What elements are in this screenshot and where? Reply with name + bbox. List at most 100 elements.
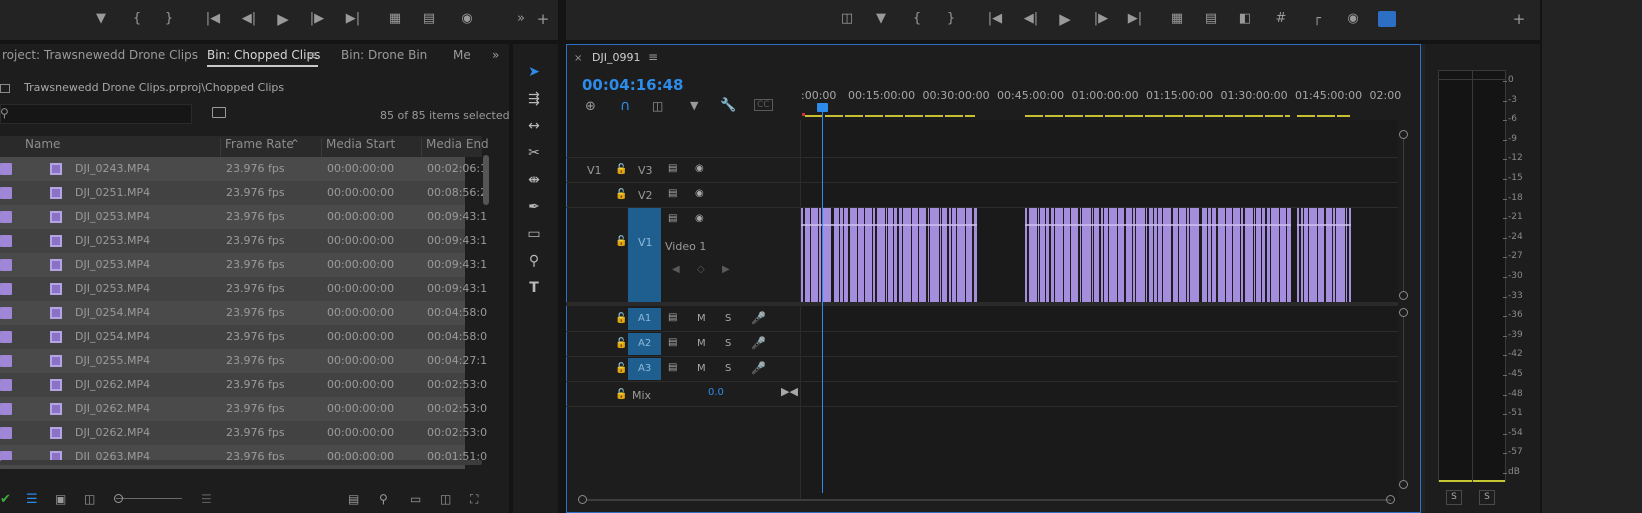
- table-row[interactable]: DJI_0254.MP4 23.976 fps 00:00:00:00 00:04:5…: [0, 301, 487, 325]
- table-row[interactable]: DJI_0262.MP4 23.976 fps 00:00:00:00 00:02:5…: [0, 373, 487, 397]
- add-button-icon[interactable]: +: [1510, 10, 1528, 28]
- column-name[interactable]: Name: [25, 137, 60, 157]
- new-item-icon[interactable]: ◫: [440, 492, 451, 506]
- icon-view-icon[interactable]: ▣: [55, 492, 66, 506]
- table-row[interactable]: DJI_0262.MP4 23.976 fps 00:00:00:00 00:02:5…: [0, 397, 487, 421]
- export-frame-icon[interactable]: ◉: [458, 10, 476, 28]
- tab-menu-icon[interactable]: ≡: [648, 50, 658, 64]
- track-select-tool-icon[interactable]: ⇶: [523, 88, 545, 110]
- new-search-bin-icon[interactable]: [212, 107, 226, 118]
- label-color-chip[interactable]: [0, 163, 12, 175]
- horizontal-scrollbar[interactable]: [587, 499, 1391, 501]
- mark-out-icon[interactable]: }: [160, 10, 178, 28]
- play-icon[interactable]: ▶: [274, 10, 292, 28]
- label-color-chip[interactable]: [0, 379, 12, 391]
- sequence-tab[interactable]: DJI_0991: [592, 51, 640, 64]
- table-row[interactable]: DJI_0263.MP4 23.976 fps 00:00:00:00 00:01:5…: [0, 445, 487, 469]
- find-icon[interactable]: ⚲: [379, 492, 388, 506]
- table-row[interactable]: DJI_0255.MP4 23.976 fps 00:00:00:00 00:04:2…: [0, 349, 487, 373]
- label-color-chip[interactable]: [0, 259, 12, 271]
- solo-button[interactable]: S: [725, 363, 731, 374]
- list-view-icon[interactable]: ✔: [0, 492, 11, 507]
- audio-scrollbar-track[interactable]: [1403, 317, 1404, 481]
- sync-lock-icon[interactable]: ▤: [668, 188, 677, 199]
- column-media-start[interactable]: Media Start: [326, 137, 395, 157]
- go-to-out-icon[interactable]: ▶|: [1126, 10, 1144, 28]
- playhead-handle[interactable]: [817, 103, 828, 112]
- mark-in-icon[interactable]: {: [128, 10, 146, 28]
- selection-tool-icon[interactable]: ➤: [523, 61, 545, 83]
- more-icon[interactable]: »: [512, 10, 530, 28]
- label-color-chip[interactable]: [0, 403, 12, 415]
- playhead-line[interactable]: [822, 107, 823, 493]
- zoom-tool-icon[interactable]: ⚲: [523, 250, 545, 272]
- mute-button[interactable]: M: [697, 313, 706, 324]
- captions-icon[interactable]: CC: [754, 99, 773, 111]
- close-tab-icon[interactable]: ×: [574, 53, 582, 64]
- play-icon[interactable]: ▶: [1056, 10, 1074, 28]
- new-bin-icon[interactable]: ▭: [410, 492, 421, 506]
- audio-scroll-handle[interactable]: [1399, 480, 1408, 489]
- mix-expand-icon[interactable]: ▶◀: [781, 385, 798, 398]
- sync-lock-icon[interactable]: ▤: [668, 312, 677, 323]
- more-tabs-icon[interactable]: »: [492, 48, 499, 62]
- label-color-chip[interactable]: [0, 235, 12, 247]
- voice-over-record-icon[interactable]: 🎤: [751, 336, 766, 350]
- prev-keyframe-icon[interactable]: ◀: [672, 264, 680, 275]
- solo-right-button[interactable]: S: [1479, 490, 1495, 505]
- slip-tool-icon[interactable]: ⇼: [523, 169, 545, 191]
- sync-lock-icon[interactable]: ▤: [668, 337, 677, 348]
- label-color-chip[interactable]: [0, 187, 12, 199]
- label-color-chip[interactable]: [0, 355, 12, 367]
- horizontal-scroll-start[interactable]: [578, 495, 587, 504]
- linked-selection-icon[interactable]: ◫: [652, 99, 663, 113]
- step-back-icon[interactable]: ◀|: [240, 10, 258, 28]
- voice-over-record-icon[interactable]: 🎤: [751, 311, 766, 325]
- lock-icon[interactable]: 🔓: [615, 389, 627, 400]
- label-color-chip[interactable]: [0, 211, 12, 223]
- clip-group[interactable]: [1025, 208, 1291, 302]
- lift-icon[interactable]: ▦: [1168, 10, 1186, 28]
- lock-icon[interactable]: 🔓: [615, 363, 627, 374]
- sync-lock-icon[interactable]: ▤: [668, 213, 677, 224]
- label-color-chip[interactable]: [0, 427, 12, 439]
- ripple-edit-tool-icon[interactable]: ↔: [523, 115, 545, 137]
- tab-project[interactable]: roject: Trawsnewedd Drone Clips: [2, 48, 198, 62]
- playhead-timecode[interactable]: 00:04:16:48: [582, 76, 684, 94]
- solo-button[interactable]: S: [725, 338, 731, 349]
- column-media-end[interactable]: Media End: [426, 137, 489, 157]
- step-forward-icon[interactable]: |▶: [308, 10, 326, 28]
- sync-lock-icon[interactable]: ▤: [668, 362, 677, 373]
- table-row[interactable]: DJI_0262.MP4 23.976 fps 00:00:00:00 00:02:5…: [0, 421, 487, 445]
- column-frame-rate[interactable]: Frame Rate: [225, 137, 294, 157]
- solo-left-button[interactable]: S: [1446, 490, 1462, 505]
- zoom-slider[interactable]: [116, 498, 182, 499]
- step-back-icon[interactable]: ◀|: [1022, 10, 1040, 28]
- add-button-icon[interactable]: +: [534, 10, 552, 28]
- go-to-out-icon[interactable]: ▶|: [344, 10, 362, 28]
- horizontal-scrollbar[interactable]: [0, 460, 482, 465]
- lock-icon[interactable]: 🔓: [615, 164, 627, 175]
- search-input[interactable]: [0, 104, 192, 124]
- next-keyframe-icon[interactable]: ▶: [722, 264, 730, 275]
- go-to-in-icon[interactable]: |◀: [204, 10, 222, 28]
- eye-icon[interactable]: ◉: [695, 213, 704, 224]
- extract-icon[interactable]: ▤: [1202, 10, 1220, 28]
- vertical-scrollbar[interactable]: [483, 155, 489, 205]
- clip-group[interactable]: [1297, 208, 1351, 302]
- lock-icon[interactable]: 🔓: [615, 313, 627, 324]
- source-patch-v1[interactable]: V1: [587, 164, 602, 177]
- vertical-scroll-handle[interactable]: [1399, 291, 1408, 300]
- lock-icon[interactable]: 🔓: [615, 189, 627, 200]
- nest-toggle-icon[interactable]: ⊕: [585, 99, 596, 114]
- export-frame-icon[interactable]: ◉: [1344, 10, 1362, 28]
- table-row[interactable]: DJI_0253.MP4 23.976 fps 00:00:00:00 00:09:4…: [0, 229, 487, 253]
- marker-icon[interactable]: ▼: [872, 10, 890, 28]
- table-row[interactable]: DJI_0253.MP4 23.976 fps 00:00:00:00 00:09:4…: [0, 277, 487, 301]
- voice-over-record-icon[interactable]: 🎤: [751, 361, 766, 375]
- sync-lock-icon[interactable]: ▤: [668, 163, 677, 174]
- track-name-video-1[interactable]: Video 1: [665, 240, 706, 253]
- tab-bin-chopped-clips[interactable]: Bin: Chopped Clips: [207, 48, 320, 62]
- lock-icon[interactable]: 🔓: [615, 338, 627, 349]
- sort-icons-icon[interactable]: ☰: [201, 492, 212, 506]
